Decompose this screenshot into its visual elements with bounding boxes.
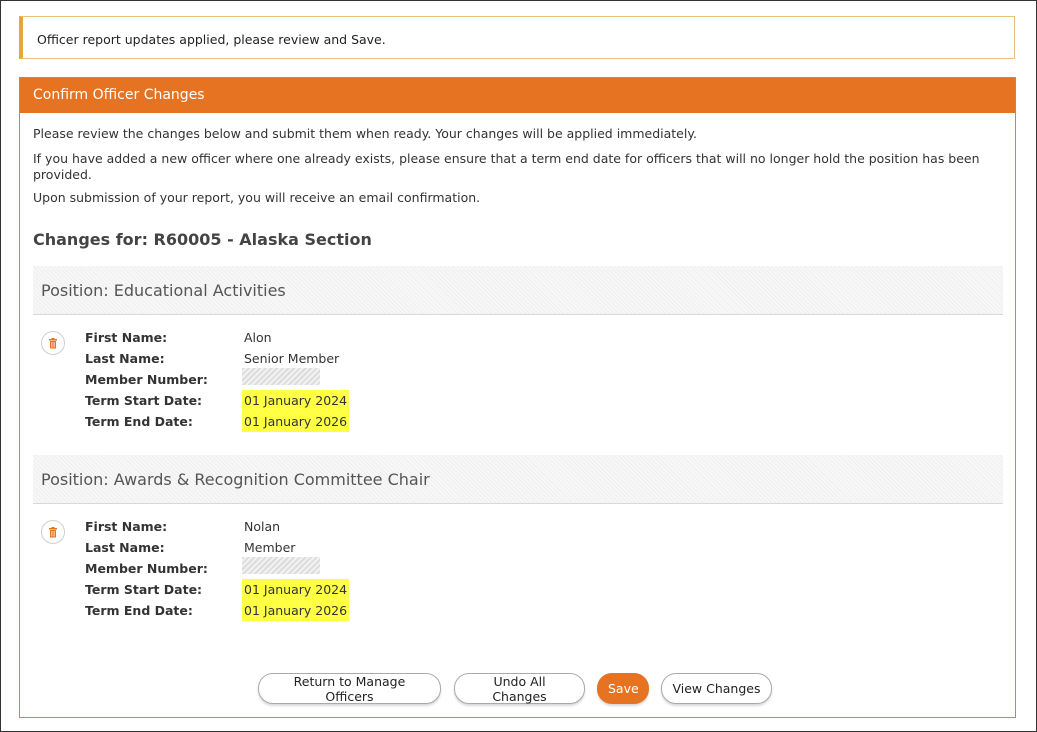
last-name-label: Last Name:: [85, 351, 165, 366]
last-name-label: Last Name:: [85, 540, 165, 555]
member-number-label: Member Number:: [85, 372, 208, 387]
first-name-value: Nolan: [244, 519, 281, 534]
member-number-redacted: [242, 368, 320, 385]
term-start-label: Term Start Date:: [85, 582, 203, 597]
last-name-value: Senior Member: [244, 351, 340, 366]
term-end-value: 01 January 2026: [242, 411, 350, 432]
position-title: Position: Educational Activities: [41, 281, 286, 300]
trash-icon: [49, 526, 57, 537]
intro-text-3: Upon submission of your report, you will…: [33, 190, 481, 205]
term-end-label: Term End Date:: [85, 414, 193, 429]
term-end-label: Term End Date:: [85, 603, 193, 618]
alert-message: Officer report updates applied, please r…: [37, 32, 386, 47]
term-start-value: 01 January 2024: [242, 579, 350, 600]
panel-title: Confirm Officer Changes: [33, 87, 205, 103]
first-name-label: First Name:: [85, 330, 168, 345]
delete-officer-button[interactable]: [41, 520, 65, 544]
term-start-value: 01 January 2024: [242, 390, 350, 411]
position-header: Position: Awards & Recognition Committee…: [33, 455, 1003, 504]
member-number-label: Member Number:: [85, 561, 208, 576]
panel-header: Confirm Officer Changes: [20, 78, 1015, 113]
confirm-officer-changes-panel: Confirm Officer Changes Please review th…: [19, 77, 1016, 718]
undo-all-changes-button[interactable]: Undo All Changes: [454, 673, 585, 704]
alert-banner: Officer report updates applied, please r…: [19, 16, 1015, 59]
position-header: Position: Educational Activities: [33, 266, 1003, 315]
member-number-redacted: [242, 557, 320, 574]
term-end-value: 01 January 2026: [242, 600, 350, 621]
term-start-label: Term Start Date:: [85, 393, 203, 408]
intro-text-1: Please review the changes below and subm…: [33, 126, 697, 141]
last-name-value: Member: [244, 540, 296, 555]
intro-text-2: If you have added a new officer where on…: [33, 151, 980, 182]
first-name-label: First Name:: [85, 519, 168, 534]
delete-officer-button[interactable]: [41, 331, 65, 355]
first-name-value: Alon: [244, 330, 272, 345]
view-changes-button[interactable]: View Changes: [661, 673, 772, 704]
changes-title: Changes for: R60005 - Alaska Section: [33, 230, 372, 249]
save-button[interactable]: Save: [597, 673, 649, 704]
return-to-manage-officers-button[interactable]: Return to Manage Officers: [258, 673, 441, 704]
position-title: Position: Awards & Recognition Committee…: [41, 470, 430, 489]
trash-icon: [49, 337, 57, 348]
